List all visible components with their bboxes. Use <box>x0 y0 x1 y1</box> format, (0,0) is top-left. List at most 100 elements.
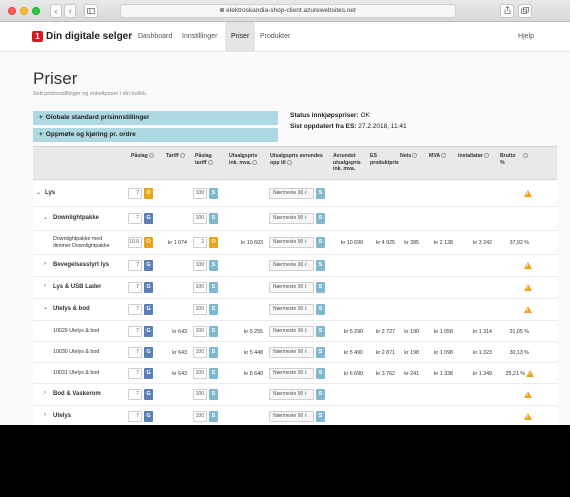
paslag-g-button[interactable]: G <box>144 389 153 400</box>
chevron-right-icon[interactable]: › <box>44 412 46 418</box>
info-icon[interactable] <box>148 153 154 159</box>
paslag-tariff-input[interactable]: 2 <box>193 237 207 248</box>
nav-priser[interactable]: Priser <box>225 22 256 52</box>
nav-innstillinger[interactable]: Innstillinger <box>176 22 223 52</box>
paslag-input[interactable]: 7 <box>128 188 142 199</box>
info-icon[interactable] <box>286 159 292 165</box>
info-icon[interactable] <box>483 153 489 159</box>
accordion-global-price-settings[interactable]: + Globale standard prisinnstillinger <box>33 111 278 125</box>
paslag-tariff-s-button[interactable]: S <box>209 326 218 337</box>
maximize-window-button[interactable] <box>32 7 40 15</box>
rounding-s-button[interactable]: S <box>316 347 325 358</box>
chevron-right-icon[interactable]: › <box>44 261 46 267</box>
nav-dashboard[interactable]: Dashboard <box>132 22 178 52</box>
rounding-select[interactable]: Nærmeste 90 ℓ <box>269 304 314 315</box>
nav-produkter[interactable]: Produkter <box>254 22 296 52</box>
info-icon[interactable] <box>523 153 528 159</box>
paslag-input[interactable]: 7 <box>128 213 142 224</box>
paslag-tariff-s-button[interactable]: S <box>209 260 218 271</box>
paslag-input[interactable]: 7 <box>128 260 142 271</box>
rounding-s-button[interactable]: S <box>316 260 325 271</box>
rounding-select[interactable]: Nærmeste 90 ℓ <box>269 411 314 422</box>
paslag-g-button[interactable]: G <box>144 347 153 358</box>
rounding-select[interactable]: Nærmeste 90 ℓ <box>269 188 314 199</box>
rounding-select[interactable]: Nærmeste 90 ℓ <box>269 282 314 293</box>
paslag-g-button[interactable]: G <box>144 411 153 422</box>
rounding-s-button[interactable]: S <box>316 237 325 248</box>
paslag-input[interactable]: 7 <box>128 411 142 422</box>
rounding-s-button[interactable]: S <box>316 304 325 315</box>
paslag-g-button[interactable]: G <box>144 213 153 224</box>
paslag-tariff-input[interactable]: 100 <box>193 260 207 271</box>
paslag-input[interactable]: 7 <box>128 347 142 358</box>
paslag-tariff-input[interactable]: 100 <box>193 304 207 315</box>
accordion-oppmote[interactable]: + Oppmøte og kjøring pr. ordre <box>33 128 278 142</box>
paslag-input[interactable]: 7 <box>128 326 142 337</box>
chevron-right-icon[interactable]: › <box>44 283 46 289</box>
rounding-s-button[interactable]: S <box>316 282 325 293</box>
paslag-input[interactable]: 7 <box>128 389 142 400</box>
paslag-input[interactable]: 10.0 <box>128 237 142 248</box>
rounding-select[interactable]: Nærmeste 90 ℓ <box>269 260 314 271</box>
rounding-s-button[interactable]: S <box>316 411 325 422</box>
rounding-select[interactable]: Nærmeste 90 ℓ <box>269 368 314 379</box>
rounding-s-button[interactable]: S <box>316 326 325 337</box>
paslag-g-button[interactable]: G <box>144 368 153 379</box>
tabs-overview-button[interactable] <box>518 4 532 18</box>
paslag-tariff-o-button[interactable]: O <box>209 237 218 248</box>
info-icon[interactable] <box>441 153 447 159</box>
paslag-tariff-s-button[interactable]: S <box>209 411 218 422</box>
paslag-o-button[interactable]: O <box>144 237 153 248</box>
rounding-select[interactable]: Nærmeste 90 ℓ <box>269 389 314 400</box>
rounding-s-button[interactable]: S <box>316 368 325 379</box>
chevron-down-icon[interactable]: ⌄ <box>43 214 48 221</box>
info-icon[interactable] <box>207 159 213 165</box>
paslag-g-button[interactable]: G <box>144 326 153 337</box>
share-button[interactable] <box>500 4 514 18</box>
paslag-tariff-input[interactable]: 100 <box>193 347 207 358</box>
chevron-down-icon[interactable]: ⌄ <box>36 189 41 196</box>
forward-button[interactable]: › <box>64 4 76 18</box>
es-value: kr 4 925 <box>375 240 395 246</box>
rounding-s-button[interactable]: S <box>316 213 325 224</box>
address-bar[interactable]: elektroskandia-shop-client.azurewebsites… <box>120 4 456 18</box>
info-icon[interactable] <box>252 159 258 165</box>
paslag-tariff-s-button[interactable]: S <box>209 368 218 379</box>
paslag-input[interactable]: 7 <box>128 368 142 379</box>
rounding-select[interactable]: Nærmeste 90 ℓ <box>269 237 314 248</box>
rounding-select[interactable]: Nærmeste 90 ℓ <box>269 347 314 358</box>
info-icon[interactable] <box>412 153 418 159</box>
close-window-button[interactable] <box>8 7 16 15</box>
chevron-down-icon[interactable]: ⌄ <box>43 304 48 311</box>
paslag-tariff-input[interactable]: 100 <box>193 368 207 379</box>
paslag-input[interactable]: 7 <box>128 282 142 293</box>
paslag-tariff-input[interactable]: 100 <box>193 411 207 422</box>
help-link[interactable]: Hjelp <box>518 22 534 52</box>
rounding-select[interactable]: Nærmeste 90 ℓ <box>269 326 314 337</box>
paslag-g-button[interactable]: G <box>144 282 153 293</box>
paslag-o-button[interactable]: O <box>144 188 153 199</box>
paslag-tariff-input[interactable]: 100 <box>193 282 207 293</box>
sidebar-toggle-button[interactable] <box>84 4 98 18</box>
back-button[interactable]: ‹ <box>50 4 62 18</box>
paslag-tariff-s-button[interactable]: S <box>209 188 218 199</box>
paslag-tariff-input[interactable]: 100 <box>193 188 207 199</box>
chevron-right-icon[interactable]: › <box>44 390 46 396</box>
paslag-g-button[interactable]: G <box>144 260 153 271</box>
rounding-s-button[interactable]: S <box>316 389 325 400</box>
info-icon[interactable] <box>179 153 185 159</box>
paslag-tariff-input[interactable]: 100 <box>193 213 207 224</box>
paslag-tariff-s-button[interactable]: S <box>209 282 218 293</box>
paslag-tariff-s-button[interactable]: S <box>209 389 218 400</box>
paslag-tariff-input[interactable]: 100 <box>193 389 207 400</box>
paslag-tariff-s-button[interactable]: S <box>209 347 218 358</box>
paslag-tariff-s-button[interactable]: S <box>209 213 218 224</box>
paslag-input[interactable]: 7 <box>128 304 142 315</box>
rounding-select[interactable]: Nærmeste 90 ℓ <box>269 213 314 224</box>
paslag-g-button[interactable]: G <box>144 304 153 315</box>
installator-value: kr 1 349 <box>472 371 492 377</box>
rounding-s-button[interactable]: S <box>316 188 325 199</box>
paslag-tariff-input[interactable]: 100 <box>193 326 207 337</box>
minimize-window-button[interactable] <box>20 7 28 15</box>
paslag-tariff-s-button[interactable]: S <box>209 304 218 315</box>
